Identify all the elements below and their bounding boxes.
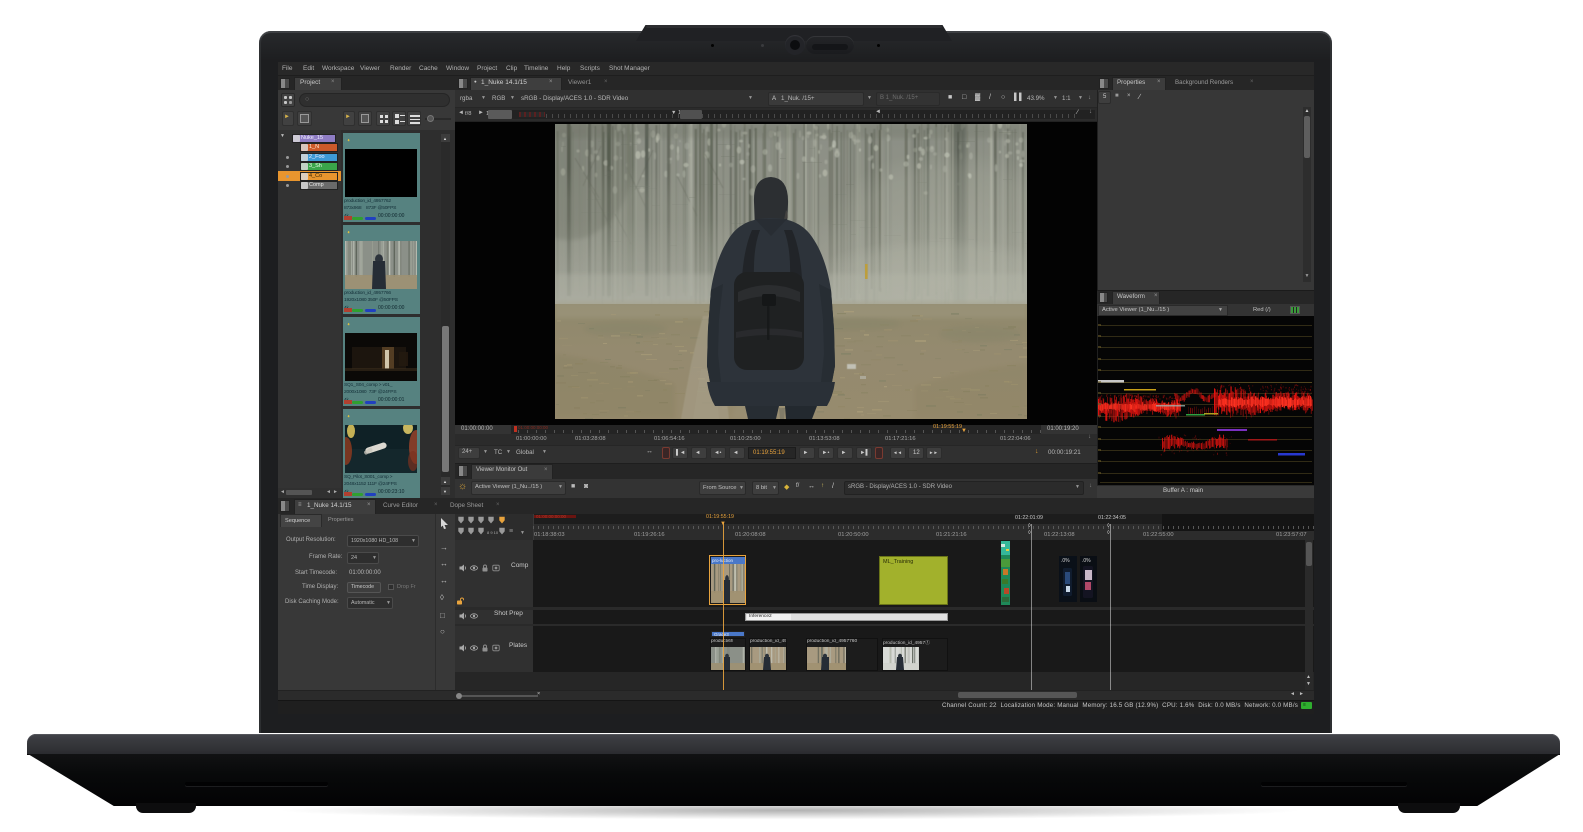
svg-text:.0%: .0% xyxy=(1082,558,1091,564)
svg-text:.0%: .0% xyxy=(1061,558,1070,564)
